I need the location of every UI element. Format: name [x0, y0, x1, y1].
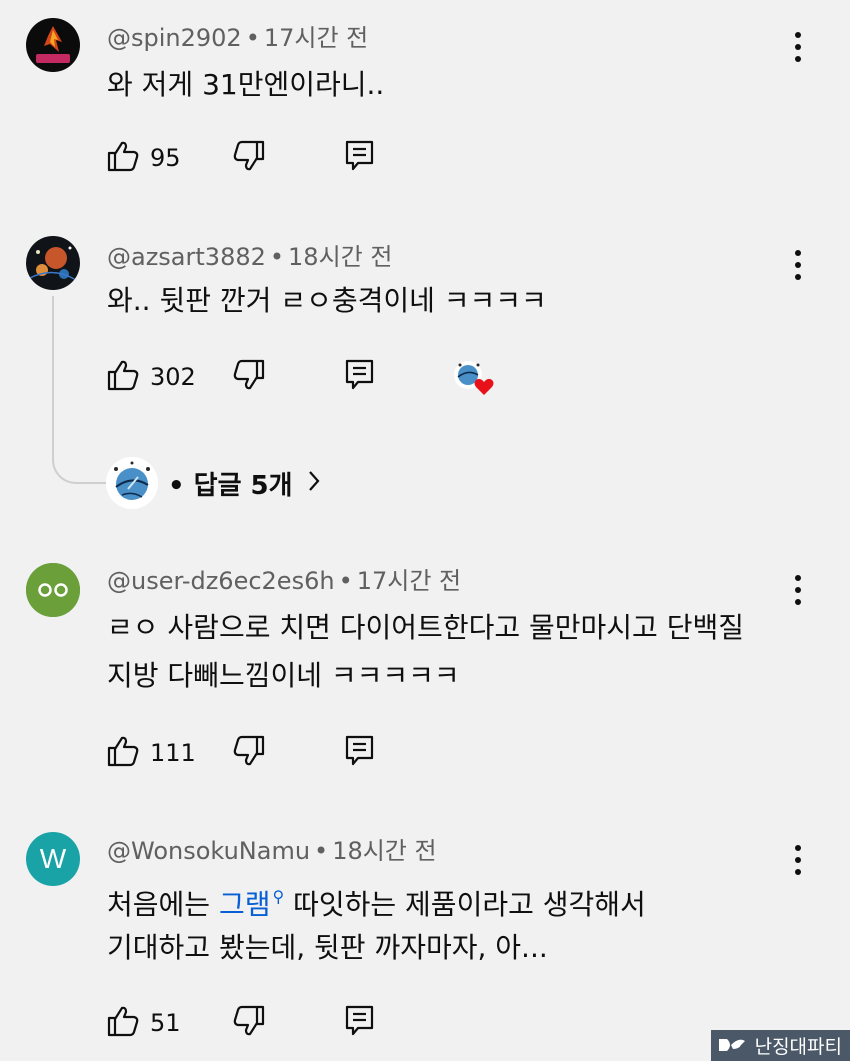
dislike-button[interactable]: [232, 140, 266, 176]
author-handle[interactable]: @azsart3882: [107, 243, 266, 271]
more-vert-icon[interactable]: [786, 845, 810, 875]
avatar[interactable]: [26, 18, 80, 72]
comment-time: 18시간 전: [332, 837, 437, 865]
like-button[interactable]: 51: [106, 1005, 181, 1041]
separator-dot: •: [338, 567, 353, 595]
comment-text-line-2: 지방 다빼느낌이네 ㅋㅋㅋㅋㅋ: [107, 659, 460, 692]
creator-avatar: [106, 457, 158, 509]
avatar[interactable]: W: [26, 832, 80, 886]
reply-button[interactable]: [344, 1005, 376, 1041]
author-handle[interactable]: @spin2902: [107, 24, 242, 52]
site-watermark: 난징대파티: [711, 1030, 850, 1061]
separator-dot: •: [269, 243, 285, 271]
replies-count-label: • 답글 5개: [168, 470, 293, 501]
reply-thread-line: [52, 296, 108, 484]
reply-button[interactable]: [344, 735, 376, 771]
comment-text: 와 저게 31만엔이라니..: [107, 68, 385, 101]
text-segment: 처음에는: [107, 888, 219, 921]
view-replies-button[interactable]: • 답글 5개: [106, 456, 321, 510]
comment-time: 18시간 전: [288, 243, 393, 271]
avatar[interactable]: [26, 236, 80, 290]
dislike-button[interactable]: [232, 1005, 266, 1041]
like-button[interactable]: 302: [106, 359, 196, 395]
reply-icon: [344, 1004, 376, 1042]
like-count: 95: [150, 144, 181, 172]
like-icon: [106, 139, 140, 177]
like-icon: [106, 358, 140, 396]
like-button[interactable]: 95: [106, 140, 181, 176]
author-handle[interactable]: @user-dz6ec2es6h: [107, 567, 335, 595]
comment-actions: 51: [106, 1005, 806, 1041]
separator-dot: •: [245, 24, 260, 52]
dislike-button[interactable]: [232, 735, 266, 771]
like-count: 51: [150, 1009, 181, 1037]
comment-time: 17시간 전: [356, 567, 462, 595]
dislike-icon: [232, 734, 266, 772]
like-icon: [106, 1004, 140, 1042]
separator-dot: •: [314, 837, 329, 865]
comment-meta: @WonsokuNamu • 18시간 전: [107, 837, 437, 865]
search-link[interactable]: 그램: [219, 888, 271, 921]
comment-text: 와.. 뒷판 깐거 ㄹㅇ충격이네 ㅋㅋㅋㅋ: [107, 284, 547, 317]
like-count: 111: [150, 739, 196, 767]
comment-text-line-1: 처음에는 그램 ⚲ 따잇하는 제품이라고 생각해서: [107, 873, 646, 929]
watermark-text: 난징대파티: [754, 1036, 842, 1058]
like-icon: [106, 734, 140, 772]
watermark-logo-icon: [717, 1035, 747, 1060]
reply-button[interactable]: [344, 140, 376, 176]
comment-actions: 302: [106, 359, 806, 395]
reply-button[interactable]: [344, 359, 376, 395]
like-count: 302: [150, 363, 196, 391]
author-handle[interactable]: @WonsokuNamu: [107, 837, 310, 865]
dislike-button[interactable]: [232, 359, 266, 395]
reply-icon: [344, 139, 376, 177]
comment-meta: @spin2902 • 17시간 전: [107, 24, 368, 52]
comment-time: 17시간 전: [263, 24, 369, 52]
more-vert-icon[interactable]: [786, 250, 810, 280]
more-vert-icon[interactable]: [786, 575, 810, 605]
more-vert-icon[interactable]: [786, 32, 810, 62]
reply-icon: [344, 734, 376, 772]
text-segment: 따잇하는 제품이라고 생각해서: [284, 888, 646, 921]
chevron-right-icon: [307, 469, 321, 497]
creator-heart-icon: [452, 359, 496, 395]
dislike-icon: [232, 1004, 266, 1042]
comment-actions: 111: [106, 735, 806, 771]
search-icon[interactable]: ⚲: [272, 887, 284, 906]
comment-meta: @azsart3882 • 18시간 전: [107, 243, 392, 271]
dislike-icon: [232, 139, 266, 177]
comment-text-line-2: 기대하고 봤는데, 뒷판 까자마자, 아...: [107, 931, 548, 964]
comment-text-line-1: ㄹㅇ 사람으로 치면 다이어트한다고 물만마시고 단백질: [107, 611, 744, 644]
comment-meta: @user-dz6ec2es6h • 17시간 전: [107, 567, 461, 595]
avatar[interactable]: [26, 563, 80, 617]
reply-icon: [344, 358, 376, 396]
like-button[interactable]: 111: [106, 735, 196, 771]
dislike-icon: [232, 358, 266, 396]
comment-actions: 95: [106, 140, 806, 176]
